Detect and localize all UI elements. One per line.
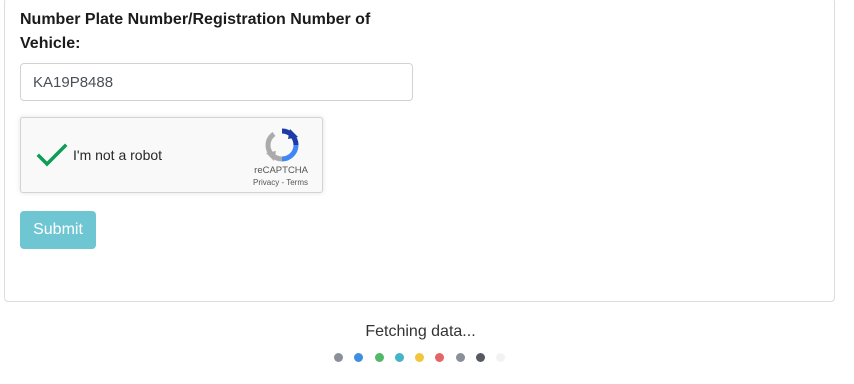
plate-number-label: Number Plate Number/Registration Number …	[20, 11, 371, 52]
loading-dot	[334, 353, 343, 362]
recaptcha-terms-link[interactable]: Terms	[286, 178, 308, 187]
loading-dot	[354, 353, 364, 362]
loading-dot	[455, 353, 465, 362]
checkmark-icon	[36, 143, 68, 167]
recaptcha-checkbox[interactable]	[35, 138, 69, 172]
recaptcha-brand: reCAPTCHA	[254, 165, 308, 176]
loading-dot	[394, 353, 404, 362]
fetching-status-text: Fetching data...	[365, 323, 476, 340]
recaptcha-links: Privacy - Terms	[253, 178, 308, 187]
recaptcha-widget: I'm not a robot reCAPTCHA Privacy - Term…	[20, 117, 323, 193]
loading-dot	[415, 353, 425, 362]
loading-dot	[374, 353, 384, 362]
loading-dot	[476, 353, 486, 362]
recaptcha-logo-icon	[265, 128, 299, 162]
loading-dots	[334, 353, 506, 363]
recaptcha-checkbox-label: I'm not a robot	[73, 147, 163, 163]
loading-dot	[435, 353, 445, 362]
submit-button[interactable]: Submit	[20, 211, 96, 249]
recaptcha-privacy-link[interactable]: Privacy	[253, 178, 279, 187]
plate-number-input[interactable]	[20, 63, 413, 101]
loading-dot	[496, 353, 506, 362]
